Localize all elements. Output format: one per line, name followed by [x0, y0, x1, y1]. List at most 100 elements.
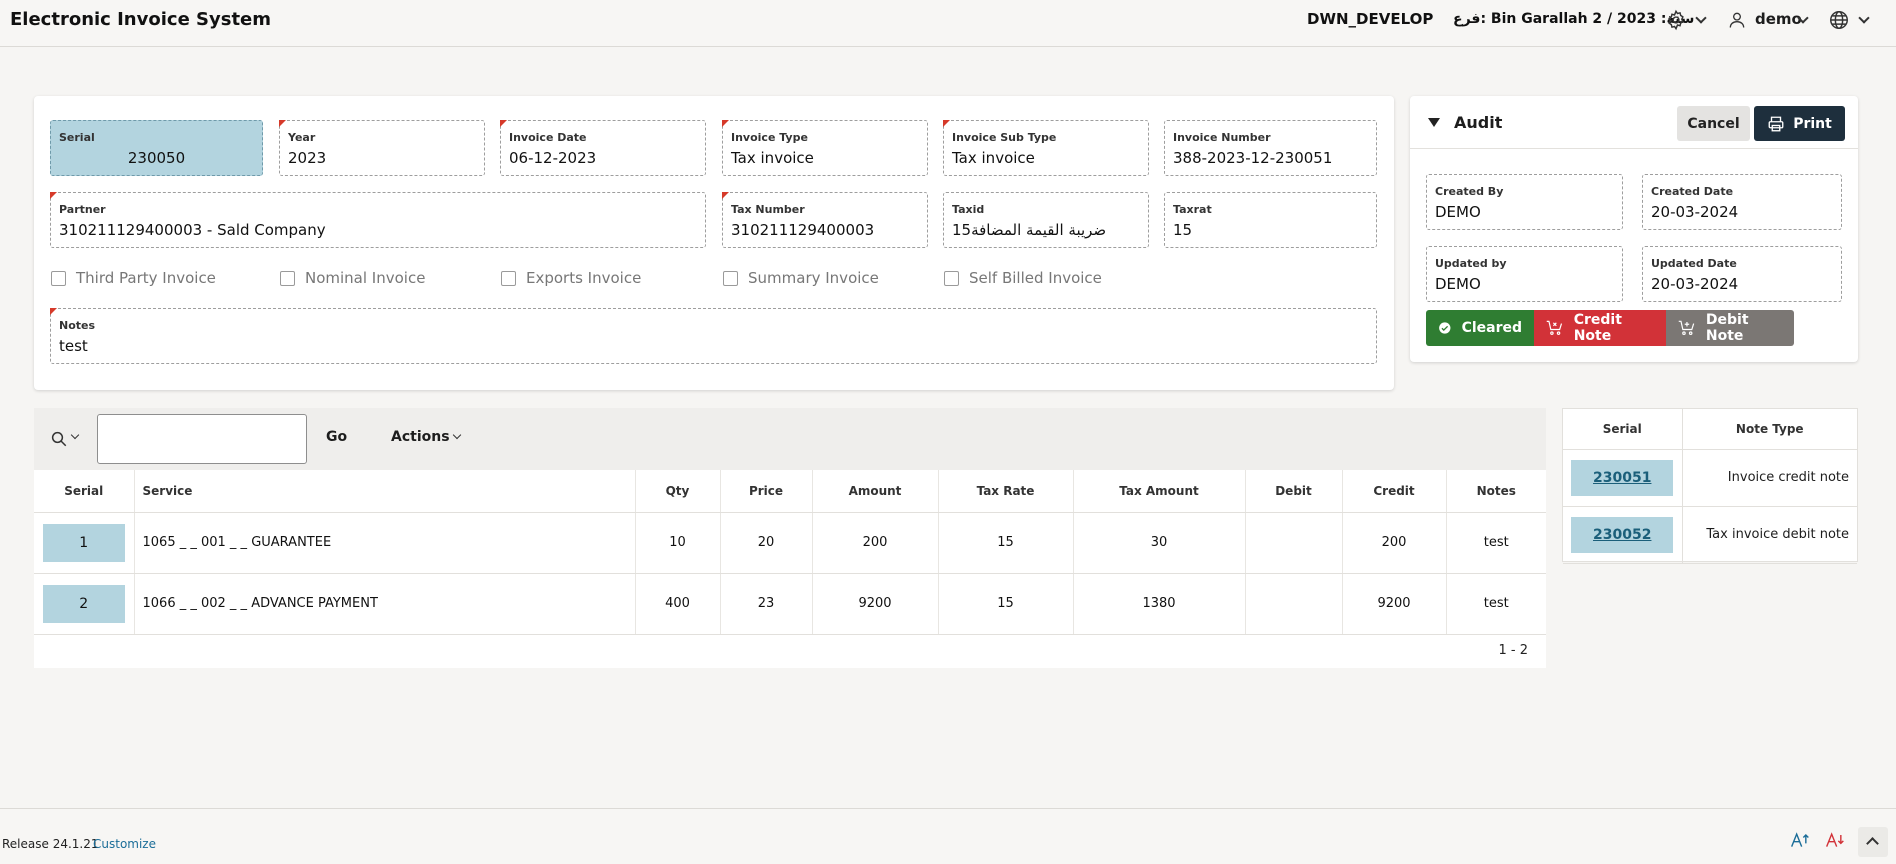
- app-title[interactable]: Electronic Invoice System: [10, 9, 271, 30]
- list-item: 230052 Tax invoice debit note: [1563, 506, 1857, 564]
- column-header[interactable]: Amount: [812, 470, 939, 513]
- search-input[interactable]: [97, 414, 307, 464]
- taxrat-field[interactable]: Taxrat 15: [1164, 192, 1377, 248]
- note-serial-link[interactable]: 230051: [1571, 459, 1674, 496]
- audit-header: Audit Cancel Print: [1410, 96, 1858, 149]
- release-label: Release 24.1.21: [2, 837, 99, 851]
- tax-number-field[interactable]: Tax Number 310211129400003: [722, 192, 928, 248]
- field-value: 388-2023-12-230051: [1173, 149, 1333, 167]
- invoice-number-field[interactable]: Invoice Number 388-2023-12-230051: [1164, 120, 1377, 176]
- exports-invoice-checkbox[interactable]: Exports Invoice: [501, 269, 641, 287]
- row-price: 23: [720, 573, 813, 635]
- invoice-date-field[interactable]: Invoice Date 06-12-2023: [500, 120, 706, 176]
- actions-menu-button[interactable]: Actions: [391, 429, 461, 445]
- credit-note-button[interactable]: Credit Note: [1534, 310, 1666, 346]
- chevron-down-icon[interactable]: [70, 430, 80, 440]
- taxid-field[interactable]: Taxid ضريبة القيمة المضافة15: [943, 192, 1149, 248]
- field-value: DEMO: [1435, 203, 1481, 221]
- third-party-invoice-checkbox[interactable]: Third Party Invoice: [51, 269, 216, 287]
- cleared-status-button[interactable]: Cleared: [1426, 310, 1534, 346]
- field-value: Tax invoice: [952, 149, 1035, 167]
- checkbox-label: Self Billed Invoice: [969, 269, 1102, 287]
- checkbox-box[interactable]: [280, 270, 295, 286]
- go-button[interactable]: Go: [326, 429, 347, 445]
- collapse-triangle-icon[interactable]: [1428, 118, 1440, 127]
- debit-note-button[interactable]: Debit Note: [1666, 310, 1794, 346]
- field-value: Tax invoice: [731, 149, 814, 167]
- user-menu[interactable]: [1727, 9, 1747, 35]
- updated-date-field[interactable]: Updated Date 20-03-2024: [1642, 246, 1842, 302]
- field-label: Taxrat: [1173, 203, 1212, 216]
- field-value: 06-12-2023: [509, 149, 597, 167]
- column-header[interactable]: Debit: [1245, 470, 1343, 513]
- cancel-button[interactable]: Cancel: [1677, 106, 1750, 141]
- field-value: ضريبة القيمة المضافة15: [952, 221, 1107, 239]
- column-header[interactable]: Notes: [1446, 470, 1546, 513]
- chevron-down-icon[interactable]: [1695, 12, 1707, 24]
- lines-toolbar: Go Actions: [34, 408, 1546, 470]
- serial-field[interactable]: Serial 230050: [50, 120, 263, 176]
- partner-field[interactable]: Partner 310211129400003 - Sald Company: [50, 192, 706, 248]
- branch-year-label: فرع: Bin Garallah 2 / 2023 :سنة: [1453, 11, 1695, 27]
- self-billed-invoice-checkbox[interactable]: Self Billed Invoice: [944, 269, 1102, 287]
- list-item: 230051 Invoice credit note: [1563, 449, 1857, 507]
- language-menu[interactable]: [1828, 9, 1850, 35]
- settings-menu[interactable]: [1665, 9, 1687, 35]
- summary-invoice-checkbox[interactable]: Summary Invoice: [723, 269, 879, 287]
- table-row[interactable]: 2 1066 _ _ 002 _ _ ADVANCE PAYMENT 400 2…: [34, 573, 1546, 635]
- font-decrease-icon[interactable]: [1825, 831, 1845, 849]
- nominal-invoice-checkbox[interactable]: Nominal Invoice: [280, 269, 425, 287]
- notes-field[interactable]: Notes test: [50, 308, 1377, 364]
- cart-remove-icon: [1546, 320, 1563, 335]
- invoice-sub-type-field[interactable]: Invoice Sub Type Tax invoice: [943, 120, 1149, 176]
- cart-add-icon: [1678, 320, 1695, 336]
- column-header[interactable]: Serial: [1563, 409, 1683, 450]
- checkbox-box[interactable]: [944, 270, 959, 286]
- field-label: Serial: [59, 131, 95, 144]
- year-field[interactable]: Year 2023: [279, 120, 485, 176]
- column-header[interactable]: Note Type: [1682, 409, 1857, 450]
- created-date-field[interactable]: Created Date 20-03-2024: [1642, 174, 1842, 230]
- field-label: Invoice Date: [509, 131, 587, 144]
- print-button[interactable]: Print: [1754, 106, 1845, 141]
- table-row[interactable]: 1 1065 _ _ 001 _ _ GUARANTEE 10 20 200 1…: [34, 512, 1546, 574]
- checkbox-box[interactable]: [501, 270, 516, 286]
- updated-by-field[interactable]: Updated by DEMO: [1426, 246, 1623, 302]
- created-by-field[interactable]: Created By DEMO: [1426, 174, 1623, 230]
- user-name[interactable]: demo: [1755, 10, 1802, 28]
- field-label: Invoice Type: [731, 131, 808, 144]
- search-icon[interactable]: [50, 430, 68, 448]
- column-header[interactable]: Serial: [34, 470, 135, 513]
- column-header[interactable]: Qty: [635, 470, 721, 513]
- invoice-type-field[interactable]: Invoice Type Tax invoice: [722, 120, 928, 176]
- row-tax-rate: 15: [938, 512, 1074, 574]
- column-header[interactable]: Tax Amount: [1073, 470, 1246, 513]
- checkbox-box[interactable]: [723, 270, 738, 286]
- column-header[interactable]: Price: [720, 470, 813, 513]
- font-increase-icon[interactable]: [1790, 831, 1810, 849]
- checkbox-label: Third Party Invoice: [76, 269, 216, 287]
- row-debit: [1245, 512, 1343, 574]
- pagination: 1 - 2: [1498, 643, 1529, 658]
- column-header[interactable]: Service: [134, 470, 636, 513]
- scroll-to-top-button[interactable]: [1858, 827, 1888, 857]
- row-serial[interactable]: 2: [42, 584, 125, 623]
- note-serial-link[interactable]: 230052: [1571, 516, 1674, 553]
- field-value: test: [59, 337, 88, 355]
- row-amount: 200: [812, 512, 939, 574]
- top-bar: Electronic Invoice System DWN_DEVELOP فر…: [0, 0, 1896, 47]
- field-value: 230050: [127, 149, 186, 167]
- row-qty: 10: [635, 512, 721, 574]
- field-value: 15: [1173, 221, 1193, 239]
- row-price: 20: [720, 512, 813, 574]
- audit-title[interactable]: Audit: [1454, 113, 1502, 132]
- note-type: Tax invoice debit note: [1682, 506, 1857, 564]
- customize-link[interactable]: Customize: [93, 837, 156, 851]
- actions-label: Actions: [391, 429, 450, 445]
- row-serial[interactable]: 1: [42, 523, 125, 562]
- row-service: 1066 _ _ 002 _ _ ADVANCE PAYMENT: [134, 573, 636, 635]
- checkbox-box[interactable]: [51, 270, 66, 286]
- column-header[interactable]: Tax Rate: [938, 470, 1074, 513]
- chevron-down-icon[interactable]: [1858, 12, 1870, 24]
- column-header[interactable]: Credit: [1342, 470, 1447, 513]
